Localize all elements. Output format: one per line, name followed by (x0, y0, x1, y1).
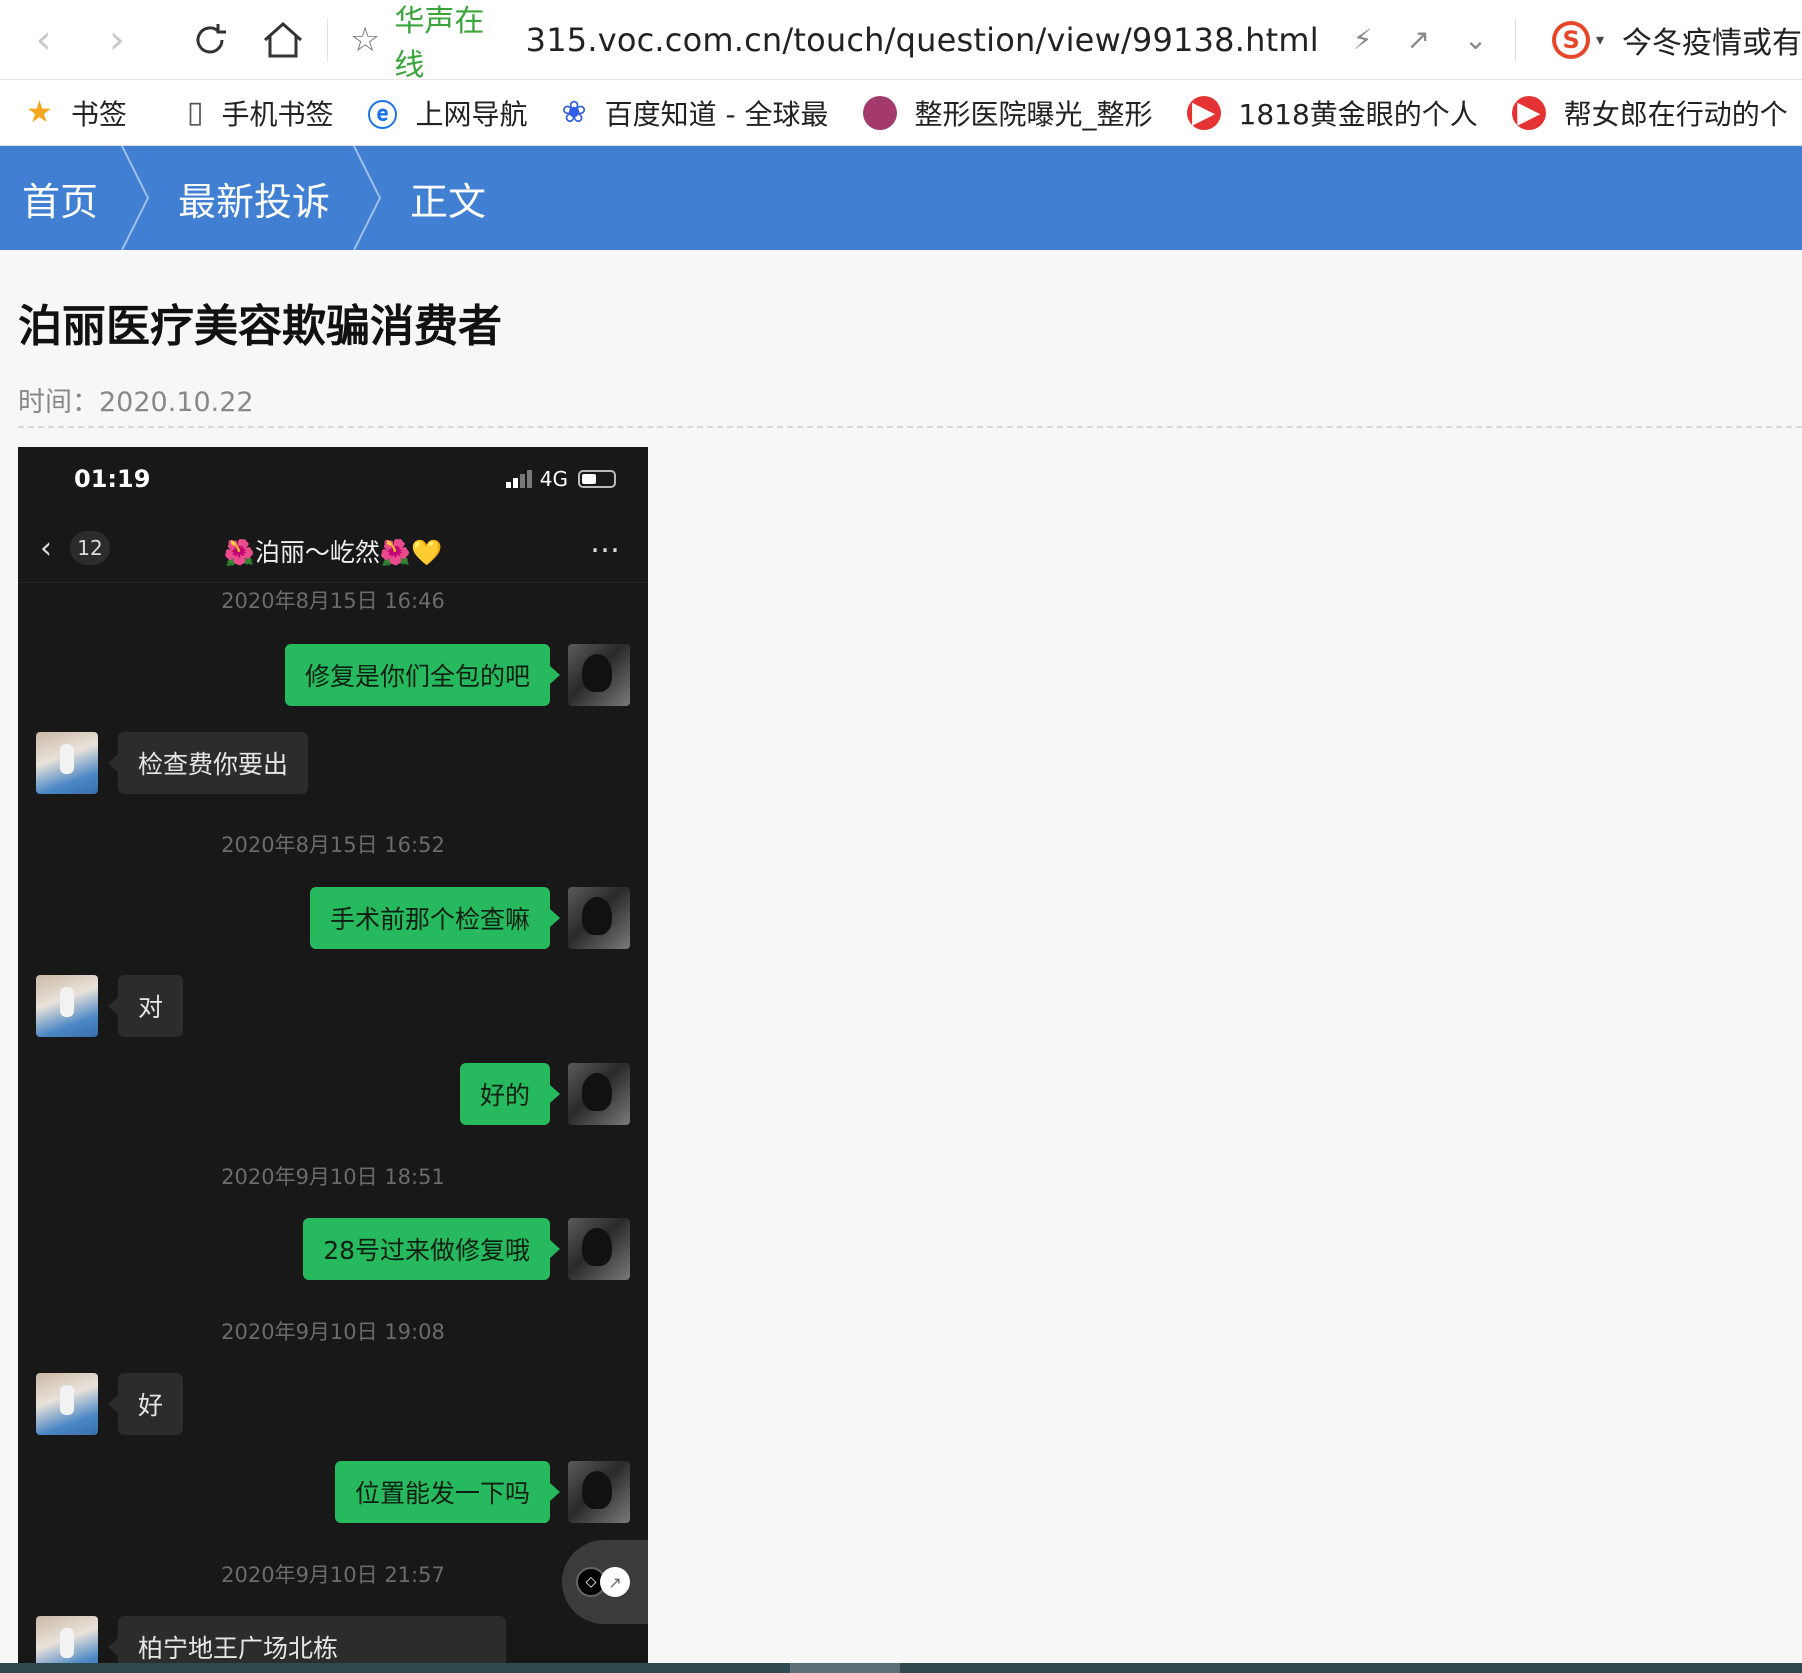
chat-message-sent: 手术前那个检查嘛 (309, 887, 561, 949)
avatar (36, 975, 98, 1037)
avatar (36, 732, 98, 794)
bookmark-item[interactable]: ▶ 1818黄金眼的个人 (1186, 93, 1478, 133)
network-label: 4G (539, 467, 568, 491)
chevron-down-icon[interactable]: ⌄ (1464, 23, 1487, 56)
share-icon[interactable]: ↗ (1406, 23, 1429, 56)
chat-message-sent: 好的 (459, 1063, 561, 1125)
page-title: 泊丽医疗美容欺骗消费者 (18, 301, 502, 352)
bookmark-item[interactable]: ▯ 手机书签 (187, 93, 334, 133)
chat-message-sent: 修复是你们全包的吧 (284, 644, 561, 706)
search-hint[interactable]: 今冬疫情或有 (1622, 18, 1802, 62)
baidu-paw-icon: ❀ (561, 95, 587, 130)
bookmark-label: 书签 (70, 97, 127, 131)
bookmark-star-icon[interactable]: ☆ (350, 20, 380, 60)
star-icon: ★ (26, 95, 53, 130)
bookmark-item[interactable]: ★ 书签 (26, 93, 127, 133)
breadcrumb-home[interactable]: 首页 (0, 146, 120, 250)
back-arrow-icon[interactable]: ‹ (14, 10, 73, 70)
phone-icon: ▯ (186, 95, 204, 130)
battery-icon (578, 470, 616, 488)
site-badge-icon (862, 95, 897, 130)
lightning-icon[interactable]: ⚡ (1353, 23, 1373, 56)
scrollbar-thumb[interactable] (790, 1663, 900, 1673)
address-bar[interactable]: ☆ 华声在线 315.voc.com.cn/touch/question/vie… (342, 4, 1319, 83)
chat-timestamp: 2020年9月10日 19:08 (221, 1320, 445, 1344)
phone-status-bar: 01:19 4G (18, 447, 648, 517)
article-date: 时间：2020.10.22 (18, 387, 254, 418)
play-icon: ▶ (1511, 95, 1546, 130)
bookmark-item[interactable]: ❀ 百度知道 - 全球最 (561, 93, 828, 133)
bookmark-label: 上网导航 (415, 97, 528, 131)
avatar (36, 1373, 98, 1435)
avatar (568, 1218, 630, 1280)
bookmark-label: 1818黄金眼的个人 (1238, 97, 1478, 131)
bookmark-label: 整形医院曝光_整形 (914, 97, 1153, 131)
forward-arrow-icon[interactable]: › (87, 10, 146, 70)
bookmark-item[interactable]: ▶ 帮女郎在行动的个 (1511, 93, 1788, 133)
ie-icon: ⓔ (367, 98, 398, 134)
horizontal-scrollbar[interactable] (0, 1663, 1802, 1673)
toolbar-divider (326, 17, 328, 62)
sogou-search-icon[interactable]: S (1552, 20, 1590, 59)
chevron-right-icon (120, 146, 156, 250)
avatar (568, 887, 630, 949)
url-text[interactable]: 315.voc.com.cn/touch/question/view/99138… (526, 21, 1319, 59)
breadcrumb: 首页 最新投诉 正文 (0, 146, 1802, 250)
chevron-right-icon (352, 146, 388, 250)
chat-timestamp: 2020年8月15日 16:46 (221, 589, 445, 613)
chat-message-sent: 位置能发一下吗 (334, 1461, 561, 1523)
chat-message-received: 好 (107, 1373, 184, 1435)
more-icon[interactable]: … (590, 525, 622, 560)
play-icon: ▶ (1186, 95, 1221, 130)
chat-screenshot: 01:19 4G ‹ 12 🌺泊丽～屹然🌺💛 … 2020年8月15日 16:4… (18, 447, 648, 1663)
signal-icon (505, 470, 532, 488)
bookmark-label: 百度知道 - 全球最 (604, 97, 829, 131)
avatar (568, 644, 630, 706)
avatar (568, 1461, 630, 1523)
bookmark-label: 帮女郎在行动的个 (1563, 97, 1788, 131)
breadcrumb-current: 正文 (410, 179, 487, 224)
chat-header: ‹ 12 🌺泊丽～屹然🌺💛 … (18, 517, 648, 583)
chat-message-received: 柏宁地王广场北栋 (108, 1616, 506, 1663)
toolbar-divider (1515, 17, 1517, 62)
chat-timestamp: 2020年9月10日 18:51 (221, 1165, 445, 1189)
chat-message-received: 对 (107, 975, 184, 1037)
bookmark-label: 手机书签 (221, 97, 334, 131)
chat-message-received: 检查费你要出 (107, 732, 309, 794)
chat-message-sent: 28号过来做修复哦 (303, 1218, 560, 1280)
avatar (36, 1616, 98, 1663)
chat-timestamp: 2020年9月10日 21:57 (221, 1563, 445, 1587)
avatar (568, 1063, 630, 1125)
phone-network: 4G (505, 467, 616, 491)
bookmark-item[interactable]: 整形医院曝光_整形 (862, 93, 1153, 133)
home-icon[interactable] (254, 10, 313, 70)
divider (18, 426, 1802, 428)
dropdown-caret-icon[interactable]: ▾ (1596, 30, 1604, 49)
browser-toolbar: ‹ › ☆ 华声在线 315.voc.com.cn/touch/question… (0, 0, 1802, 83)
breadcrumb-latest[interactable]: 最新投诉 (156, 146, 352, 250)
chat-timestamp: 2020年8月15日 16:52 (221, 833, 445, 857)
site-name: 华声在线 (394, 3, 485, 83)
bookmark-item[interactable]: ⓔ 上网导航 (367, 91, 527, 135)
phone-time: 01:19 (74, 465, 151, 493)
chat-contact-name: 🌺泊丽～屹然🌺💛 (223, 538, 443, 567)
link-icon: ↗ (600, 1567, 630, 1597)
refresh-icon[interactable] (180, 10, 239, 70)
bookmarks-bar: ★ 书签 ▯ 手机书签 ⓔ 上网导航 ❀ 百度知道 - 全球最 整形医院曝光_整形 ▶ 1… (0, 80, 1802, 146)
floating-link-button[interactable]: ◇ ↗ (562, 1540, 648, 1624)
